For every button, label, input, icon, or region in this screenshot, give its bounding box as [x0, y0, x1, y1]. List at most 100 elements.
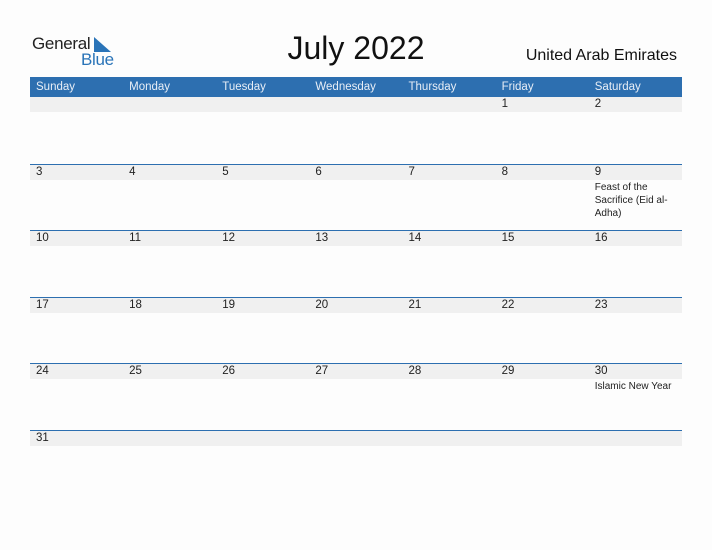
day-number: 2 [594, 98, 602, 110]
week-row: 3 4 5 6 7 8 9 Feast of the Sacrifice (Eid al-Ad… [30, 163, 682, 231]
holiday-label [315, 446, 402, 447]
day-number [409, 431, 496, 446]
day-cell: 7 [403, 165, 496, 220]
day-cell: 3 [30, 165, 123, 220]
holiday-label [129, 446, 216, 447]
day-cell: 1 [496, 97, 589, 113]
week-row: 24 25 26 27 28 29 30 Islamic New Year [30, 363, 682, 430]
day-cell: 14 [403, 231, 496, 247]
day-cell: 10 [30, 231, 123, 247]
day-number [129, 431, 216, 446]
weekday-thursday: Thursday [408, 81, 457, 93]
day-cell: 4 [123, 165, 216, 220]
calendar-grid: Sunday Monday Tuesday Wednesday Thursday… [30, 77, 682, 496]
weekday-header: Sunday Monday Tuesday Wednesday Thursday… [30, 77, 682, 97]
holiday-label [222, 446, 309, 447]
week-days: 12 [30, 97, 682, 113]
day-number: 12 [222, 232, 236, 244]
weekday-wednesday: Wednesday [315, 81, 376, 93]
day-cell [496, 431, 589, 447]
day-number: 6 [315, 165, 322, 178]
day-cell [403, 431, 496, 447]
holiday-label [502, 180, 589, 181]
day-cell: 29 [496, 364, 589, 393]
day-cell: 13 [309, 231, 402, 247]
day-cell [403, 97, 496, 113]
day-cell: 21 [403, 298, 496, 314]
holiday-label [502, 446, 589, 447]
day-cell: 5 [216, 165, 309, 220]
holiday-label [36, 246, 123, 247]
holiday-label [409, 446, 496, 447]
day-cell: 6 [309, 165, 402, 220]
day-number: 18 [129, 298, 142, 311]
weekday-tuesday: Tuesday [222, 81, 266, 93]
holiday-label [315, 112, 402, 113]
day-number: 22 [501, 298, 515, 311]
week-row: 12 [30, 97, 682, 164]
holiday-label [129, 112, 216, 113]
day-number: 16 [594, 232, 608, 244]
holiday-label [409, 112, 496, 113]
holiday-label [36, 446, 123, 447]
week-days: 3 4 5 6 7 8 9 Feast of the Sacrifice (Eid al-Ad… [30, 165, 682, 220]
day-number [222, 431, 309, 446]
holiday-label [129, 313, 216, 314]
day-cell: 31 [30, 431, 123, 447]
holiday-label [315, 180, 402, 181]
holiday-label [222, 379, 309, 380]
holiday-label [222, 313, 309, 314]
week-row: 10 11 12 13 14 15 16 [30, 230, 682, 297]
day-number [315, 97, 402, 112]
day-number: 29 [501, 365, 515, 377]
holiday-label [36, 112, 123, 113]
day-cell [589, 431, 682, 447]
weekday-saturday: Saturday [594, 81, 641, 93]
holiday-label [129, 246, 216, 247]
day-number: 13 [315, 232, 329, 244]
day-number: 17 [36, 298, 49, 311]
day-number: 1 [501, 98, 509, 110]
day-number: 31 [36, 431, 49, 444]
holiday-label [595, 112, 682, 113]
day-number: 8 [501, 165, 509, 178]
day-number [36, 97, 123, 112]
day-number: 10 [36, 232, 49, 244]
day-number: 30 [594, 365, 608, 377]
day-number: 21 [408, 298, 422, 311]
week-days: 10 11 12 13 14 15 16 [30, 231, 682, 247]
holiday-label [502, 246, 589, 247]
holiday-label [315, 246, 402, 247]
day-cell [216, 97, 309, 113]
day-number [502, 431, 589, 446]
day-number [222, 97, 309, 112]
holiday-label: Feast of the Sacrifice (Eid al-Adha) [594, 181, 668, 219]
holiday-label [409, 313, 496, 314]
day-number [409, 97, 496, 112]
day-number: 27 [315, 365, 329, 377]
week-days: 24 25 26 27 28 29 30 Islamic New Year [30, 364, 682, 393]
day-cell: 9 Feast of the Sacrifice (Eid al-Adha) [589, 165, 682, 220]
day-cell: 27 [309, 364, 402, 393]
day-cell: 23 [589, 298, 682, 314]
day-number: 9 [594, 165, 602, 178]
weekday-monday: Monday [129, 81, 171, 93]
day-cell: 24 [30, 364, 123, 393]
holiday-label [595, 313, 682, 314]
day-cell [216, 431, 309, 447]
day-number: 5 [222, 165, 229, 178]
day-number: 4 [129, 165, 136, 178]
day-cell: 15 [496, 231, 589, 247]
holiday-label [222, 180, 309, 181]
country-label: United Arab Emirates [525, 47, 677, 64]
day-cell [123, 431, 216, 447]
day-cell: 17 [30, 298, 123, 314]
day-number: 24 [36, 365, 49, 377]
day-cell: 22 [496, 298, 589, 314]
holiday-label [595, 446, 682, 447]
holiday-label [222, 246, 309, 247]
day-number [595, 431, 682, 446]
week-row: 17 18 19 20 21 22 23 [30, 296, 682, 364]
holiday-label [315, 313, 402, 314]
holiday-label [36, 180, 123, 181]
